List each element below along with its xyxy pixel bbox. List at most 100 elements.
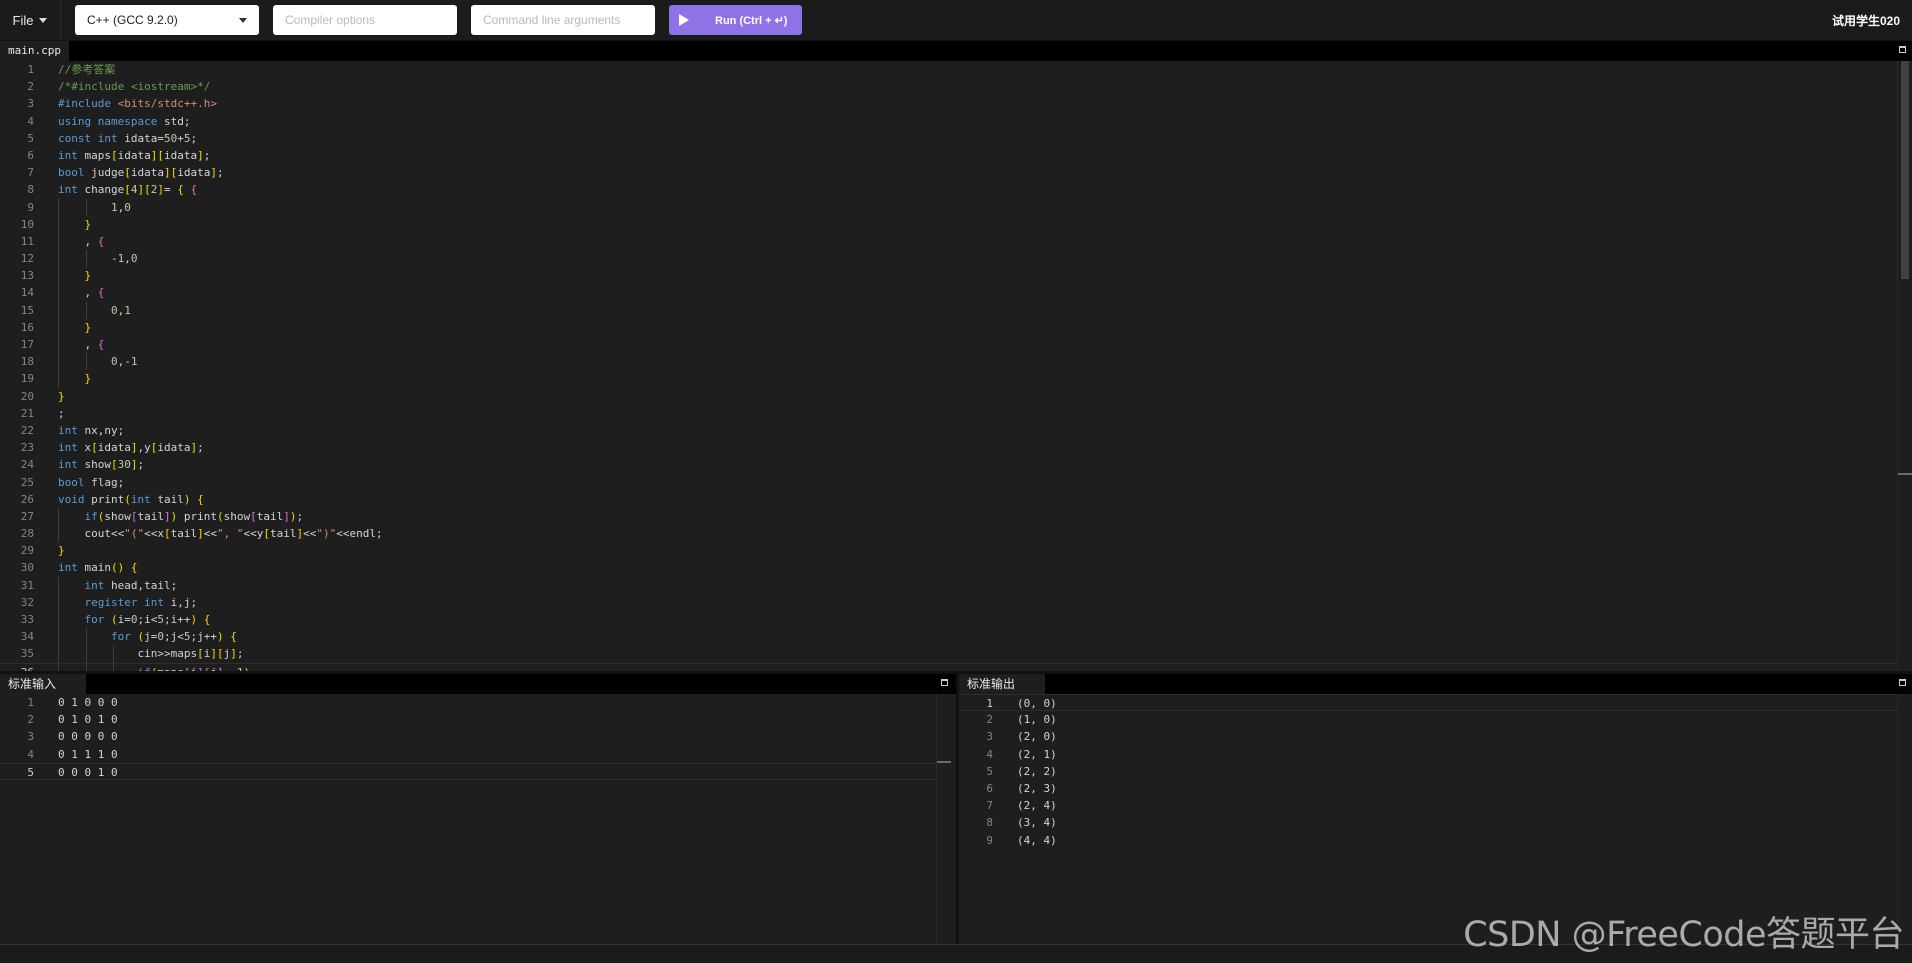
tab-stdout[interactable]: 标准输出 (959, 674, 1045, 694)
code-line[interactable]: 17 , { (0, 336, 1898, 354)
stdout-line[interactable]: 3 (2, 0) (959, 728, 1898, 745)
line-number: 1 (27, 63, 34, 76)
code-line[interactable]: 21; (0, 405, 1898, 422)
line-number: 1 (986, 697, 993, 710)
code-line[interactable]: 16 } (0, 318, 1898, 336)
line-text: 0 1 1 1 0 (58, 747, 118, 761)
stdout-tabbar: 标准输出 (959, 674, 1912, 694)
line-text: int nx,ny; (58, 423, 125, 437)
code-line[interactable]: 34 for (j=0;j<5;j++) { (0, 628, 1898, 646)
code-line[interactable]: 20} (0, 388, 1898, 405)
line-text: } (84, 217, 92, 231)
stdin-line[interactable]: 5 0 0 0 1 0 (0, 762, 942, 780)
stdout-line[interactable]: 4 (2, 1) (959, 746, 1898, 763)
user-name[interactable]: 试用学生020 (1832, 0, 1900, 40)
code-line[interactable]: 4 using namespace std; (0, 113, 1898, 130)
run-button[interactable]: Run (Ctrl + ↵) (669, 5, 802, 35)
line-number: 3 (27, 730, 34, 744)
code-line[interactable]: 11 , { (0, 232, 1898, 251)
code-line[interactable]: 22 int nx,ny; (0, 422, 1898, 439)
language-select[interactable]: C++ (GCC 9.2.0) (75, 5, 259, 35)
stdin-line[interactable]: 1 0 1 0 0 0 (0, 694, 942, 711)
code-line[interactable]: 35 cin>>maps[i][j]; (0, 645, 1898, 663)
stdin-line[interactable]: 4 0 1 1 1 0 (0, 746, 942, 763)
code-line[interactable]: 24 int show[30]; (0, 456, 1898, 473)
editor-scrollbar-thumb[interactable] (1901, 61, 1909, 279)
stdout-line[interactable]: 5 (2, 2) (959, 763, 1898, 780)
tab-main-cpp[interactable]: main.cpp (0, 41, 69, 61)
line-text: int change[4][2]= { { (58, 183, 198, 197)
code-line[interactable]: 2 /*#include <iostream>*/ (0, 78, 1898, 95)
line-number: 22 (20, 423, 34, 437)
code-line[interactable]: 30 int main() { (0, 559, 1898, 576)
line-text: //参考答案 (58, 63, 116, 76)
code-line[interactable]: 9 1,0 (0, 198, 1898, 216)
line-text: (2, 3) (1017, 781, 1057, 795)
code-line[interactable]: 13 } (0, 267, 1898, 285)
stdin-line[interactable]: 3 0 0 0 0 0 (0, 728, 942, 745)
line-text: } (84, 320, 92, 334)
tab-stdin[interactable]: 标准输入 (0, 674, 86, 694)
line-number: 33 (20, 613, 34, 626)
code-line[interactable]: 6 int maps[idata][idata]; (0, 147, 1898, 164)
code-line[interactable]: 27 if(show[tail]) print(show[tail]); (0, 507, 1898, 526)
code-line[interactable]: 26 void print(int tail) { (0, 491, 1898, 508)
code-line[interactable]: 7 bool judge[idata][idata]; (0, 164, 1898, 181)
line-number: 19 (20, 372, 34, 386)
code-line[interactable]: 10 } (0, 215, 1898, 233)
stdin-line[interactable]: 2 0 1 0 1 0 (0, 711, 942, 728)
line-number: 36 (0, 664, 34, 671)
code-line[interactable]: 33 for (i=0;i<5;i++) { (0, 611, 1898, 629)
stdin-editor[interactable]: 1 0 1 0 0 0 2 0 1 0 1 0 3 0 0 0 0 0 4 0 1 1 1 0… (0, 694, 942, 944)
stdout-line[interactable]: 8 (3, 4) (959, 814, 1898, 831)
line-number: 14 (20, 286, 34, 300)
code-line[interactable]: 1 //参考答案 (0, 61, 1898, 78)
run-button-label: Run (Ctrl + ↵) (715, 14, 788, 27)
code-line[interactable]: 28 cout<<"("<<x[tail]<<", "<<y[tail]<<")… (0, 525, 1898, 543)
code-line[interactable]: 3 #include <bits/stdc++.h> (0, 95, 1898, 112)
code-line[interactable]: 29} (0, 542, 1898, 559)
stdout-line[interactable]: 1 (0, 0) (959, 694, 1898, 712)
stdin-scrollbar[interactable] (936, 694, 951, 944)
line-number: 8 (27, 183, 34, 197)
code-line[interactable]: 8 int change[4][2]= { { (0, 181, 1898, 198)
code-line[interactable]: 5 const int idata=50+5; (0, 130, 1898, 147)
stdout-line[interactable]: 7 (2, 4) (959, 797, 1898, 814)
line-text: (0, 0) (1017, 697, 1057, 710)
line-text: (2, 0) (1017, 730, 1057, 744)
line-text: #include <bits/stdc++.h> (58, 97, 217, 111)
language-select-value: C++ (GCC 9.2.0) (87, 13, 178, 27)
file-menu[interactable]: File (0, 0, 61, 40)
compiler-options-input[interactable] (273, 5, 457, 35)
editor-scrollbar-marker (1898, 473, 1912, 475)
stdout-line[interactable]: 6 (2, 3) (959, 780, 1898, 797)
code-line[interactable]: 25 bool flag; (0, 474, 1898, 491)
code-line[interactable]: 31 int head,tail; (0, 576, 1898, 594)
line-text: (2, 1) (1017, 747, 1057, 761)
line-text: (2, 2) (1017, 764, 1057, 778)
code-editor[interactable]: 1 //参考答案 2 /*#include <iostream>*/ 3 #include… (0, 61, 1898, 671)
code-line[interactable]: 23 int x[idata],y[idata]; (0, 439, 1898, 456)
line-text: bool flag; (58, 475, 125, 489)
code-line[interactable]: 32 register int i,j; (0, 593, 1898, 611)
line-number: 8 (986, 816, 993, 830)
code-line[interactable]: 18 0,-1 (0, 353, 1898, 371)
maximize-icon[interactable] (1899, 46, 1906, 53)
line-number: 10 (20, 217, 34, 231)
code-line[interactable]: 36 if(maps[i][j]==1) (0, 662, 1898, 671)
maximize-icon[interactable] (1899, 679, 1906, 686)
line-text: for (j=0;j<5;j++) { (110, 630, 237, 644)
stdout-line[interactable]: 2 (1, 0) (959, 711, 1898, 728)
code-line[interactable]: 15 0,1 (0, 301, 1898, 319)
code-line[interactable]: 12 -1,0 (0, 250, 1898, 268)
code-line[interactable]: 14 , { (0, 284, 1898, 302)
editor-pane: main.cpp 1 //参考答案 2 /*#include <iostream>*/… (0, 41, 1912, 671)
line-number: 7 (986, 799, 993, 813)
editor-tabbar: main.cpp (0, 41, 1912, 61)
maximize-icon[interactable] (941, 679, 948, 686)
stdout-line[interactable]: 9 (4, 4) (959, 832, 1898, 849)
editor-scrollbar[interactable] (1897, 61, 1912, 671)
command-line-args-input[interactable] (471, 5, 655, 35)
code-line[interactable]: 19 } (0, 370, 1898, 388)
line-text: 0 1 0 0 0 (58, 696, 118, 709)
